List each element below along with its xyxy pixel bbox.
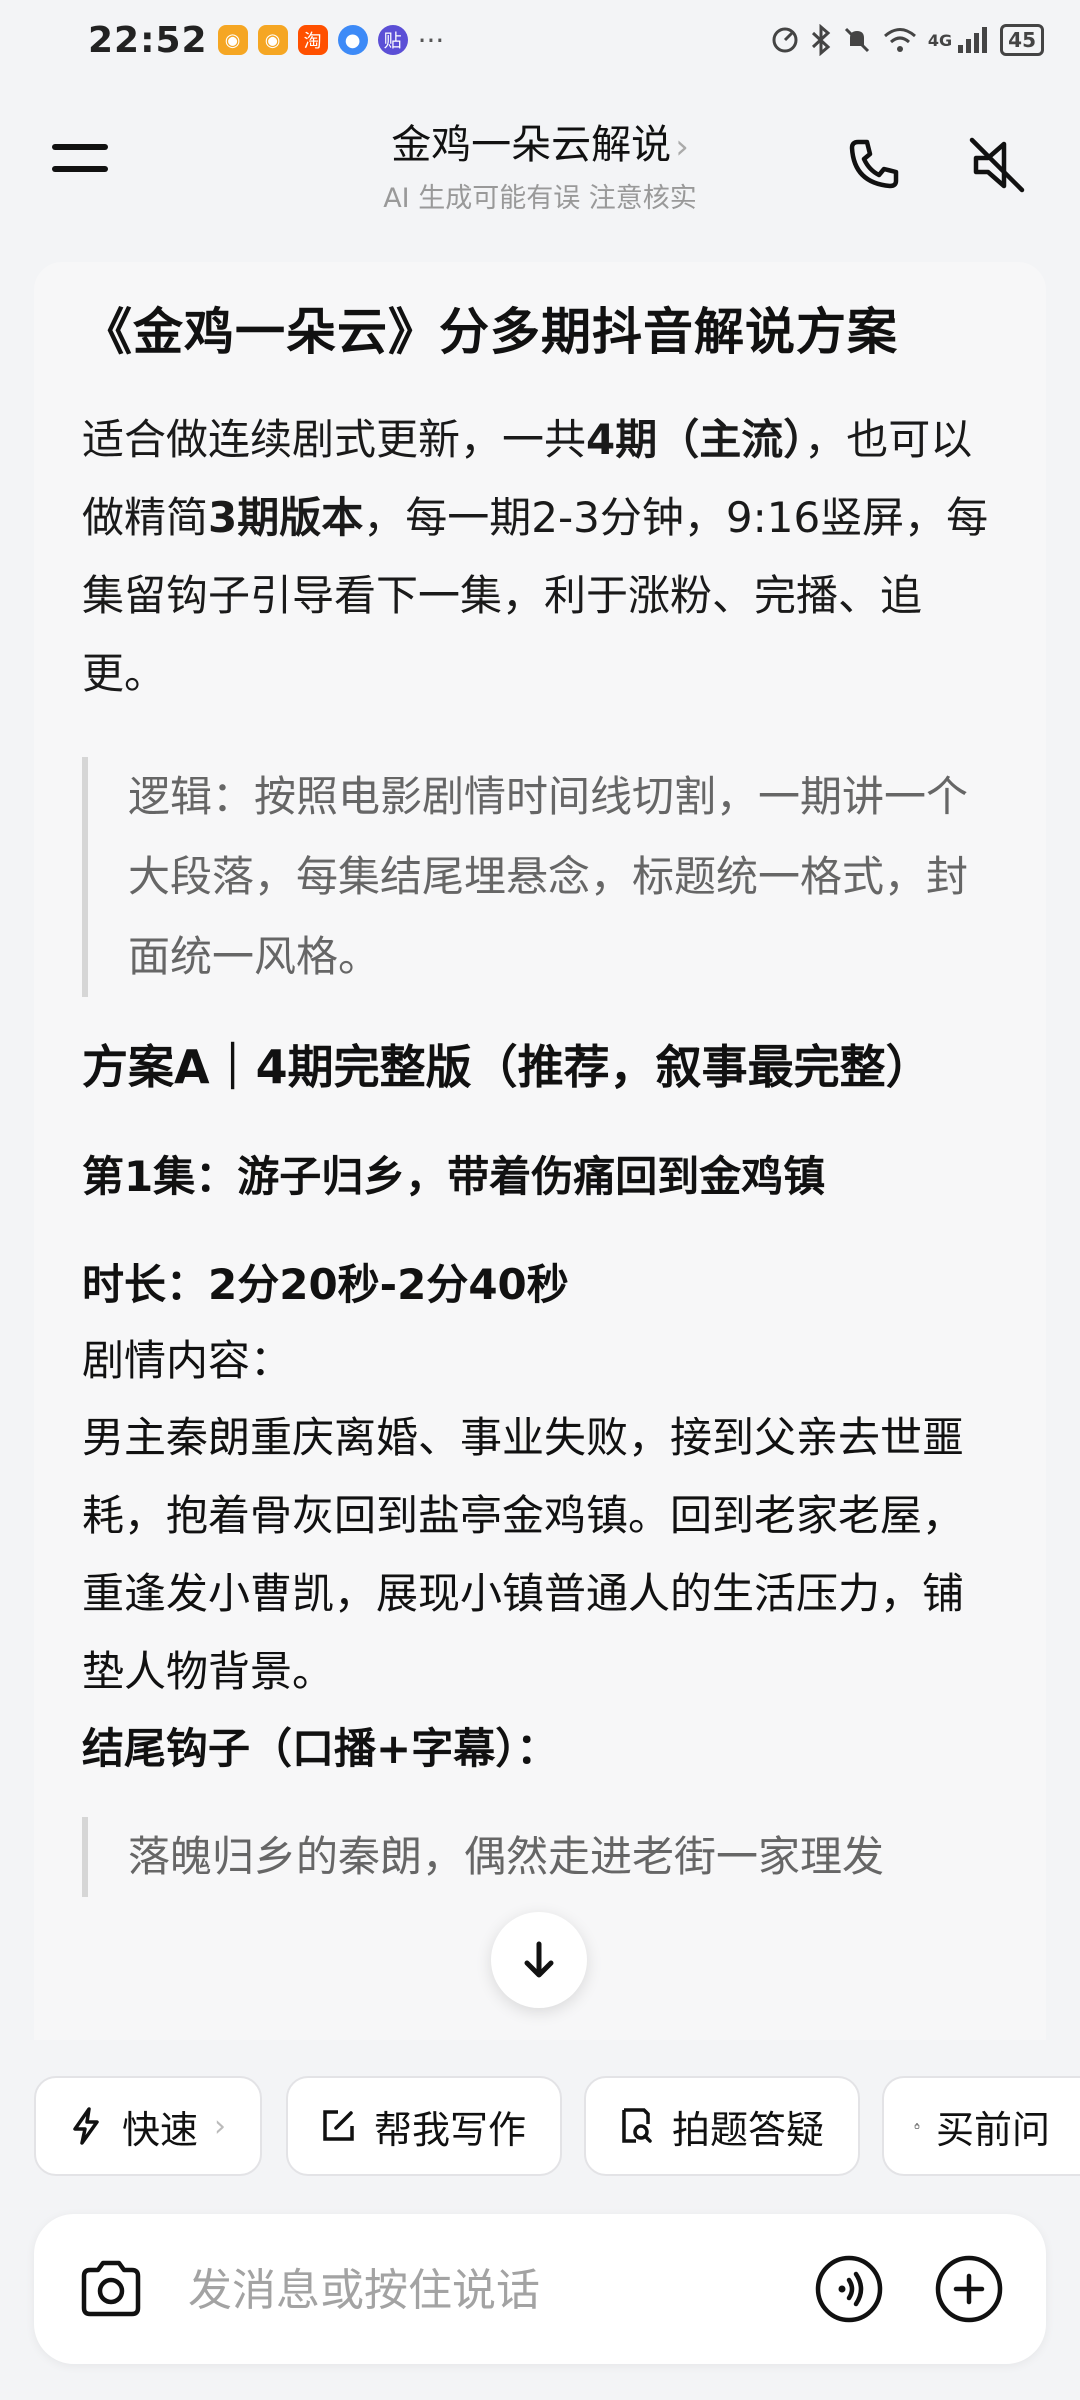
- weibo-icon: ◉: [257, 25, 288, 55]
- content-body: 男主秦朗重庆离婚、事业失败，接到父亲去世噩耗，抱着骨灰回到盐亭金鸡镇。回到老家老…: [82, 1413, 965, 1696]
- assistant-message-card: 《金鸡一朵云》分多期抖音解说方案 适合做连续剧式更新，一共4期（主流），也可以做…: [34, 262, 1046, 2042]
- scroll-to-bottom-button[interactable]: [491, 1912, 587, 2008]
- arrow-down-icon: [524, 1941, 554, 1978]
- status-left: 22:52 ◉ ◉ 淘 ● 贴 ···: [88, 20, 444, 61]
- scan-doc-icon: [622, 2108, 652, 2143]
- plus-circle-icon: [935, 2255, 1003, 2323]
- status-bar: 22:52 ◉ ◉ 淘 ● 贴 ··· 4G 45: [0, 0, 1080, 80]
- wifi-icon: [883, 28, 916, 52]
- top-bar: 金鸡一朵云解说 › AI 生成可能有误 注意核实: [0, 90, 1080, 240]
- quick-action-label: 拍题答疑: [672, 2107, 825, 2152]
- ai-disclaimer: AI 生成可能有误 注意核实: [383, 183, 697, 214]
- more-notifications-icon: ···: [417, 23, 445, 57]
- phone-icon: [849, 139, 899, 189]
- camera-icon: [81, 2260, 141, 2317]
- message-content: 《金鸡一朵云》分多期抖音解说方案 适合做连续剧式更新，一共4期（主流），也可以做…: [34, 262, 1046, 1897]
- hook-quote: 落魄归乡的秦朗，偶然走进老街一家理发: [82, 1817, 998, 1897]
- conversation-title-block[interactable]: 金鸡一朵云解说 › AI 生成可能有误 注意核实: [300, 112, 780, 215]
- intro-bold-2: 3期版本: [208, 493, 364, 542]
- menu-icon: [52, 144, 108, 150]
- tieba-icon: 贴: [377, 25, 408, 55]
- quick-action-photo-question[interactable]: 拍题答疑: [584, 2076, 860, 2176]
- input-bar: [34, 2214, 1046, 2364]
- content-label: 剧情内容：: [82, 1336, 293, 1385]
- speaker-mute-button[interactable]: [962, 130, 1032, 200]
- network-type: 4G: [927, 30, 953, 50]
- hook-label: 结尾钩子（口播+字幕）：: [82, 1724, 559, 1773]
- quick-actions-row: 快速 › 帮我写作 拍题答疑 买前问: [0, 2040, 1080, 2210]
- quick-action-writing[interactable]: 帮我写作: [286, 2076, 562, 2176]
- chevron-right-icon: ›: [675, 127, 689, 167]
- episode-duration: 时长：2分20秒-2分40秒: [82, 1260, 569, 1309]
- taobao-icon: 淘: [297, 25, 328, 55]
- voice-call-button[interactable]: [838, 130, 908, 200]
- logic-quote: 逻辑：按照电影剧情时间线切割，一期讲一个大段落，每集结尾埋悬念，标题统一格式，封…: [82, 757, 998, 997]
- mute-bell-icon: [844, 27, 869, 53]
- intro-bold-1: 4期（主流）: [586, 415, 805, 464]
- weibo-icon: ◉: [217, 25, 248, 55]
- data-saver-icon: [772, 27, 798, 53]
- shopping-bag-icon: [914, 2123, 920, 2129]
- status-time: 22:52: [88, 19, 208, 61]
- quick-action-label: 买前问: [935, 2107, 1050, 2152]
- camera-button[interactable]: [74, 2252, 148, 2326]
- menu-button[interactable]: [52, 138, 108, 178]
- quick-action-label: 快速: [122, 2107, 199, 2152]
- chevron-right-icon: ›: [214, 2108, 227, 2144]
- conversation-title[interactable]: 金鸡一朵云解说 ›: [300, 112, 780, 170]
- signal-icon: [958, 27, 988, 53]
- message-title: 《金鸡一朵云》分多期抖音解说方案: [82, 303, 898, 361]
- plan-heading: 方案A｜4期完整版（推荐，叙事最完整）: [82, 1040, 932, 1094]
- lightning-icon: [73, 2107, 99, 2145]
- browser-icon: ●: [337, 25, 368, 55]
- conversation-title-text: 金鸡一朵云解说: [391, 122, 672, 168]
- bluetooth-icon: [811, 24, 831, 56]
- add-attachment-button[interactable]: [932, 2252, 1006, 2326]
- status-right: 4G 45: [770, 24, 1044, 56]
- edit-icon: [323, 2110, 354, 2141]
- voice-wave-icon: [815, 2255, 883, 2323]
- message-input[interactable]: [186, 2244, 790, 2336]
- menu-icon-line: [52, 166, 108, 172]
- speaker-off-icon: [969, 137, 1025, 193]
- battery-indicator: 45: [1000, 24, 1044, 56]
- episode-heading: 第1集：游子归乡，带着伤痛回到金鸡镇: [82, 1152, 826, 1201]
- quick-action-fast[interactable]: 快速 ›: [34, 2076, 262, 2176]
- intro-paragraph: 适合做连续剧式更新，一共4期（主流），也可以做精简3期版本，每一期2-3分钟，9…: [82, 401, 998, 713]
- intro-text-1: 适合做连续剧式更新，一共: [82, 415, 587, 464]
- voice-input-button[interactable]: [812, 2252, 886, 2326]
- quick-action-label: 帮我写作: [374, 2107, 527, 2152]
- quick-action-pre-purchase[interactable]: 买前问: [882, 2076, 1080, 2176]
